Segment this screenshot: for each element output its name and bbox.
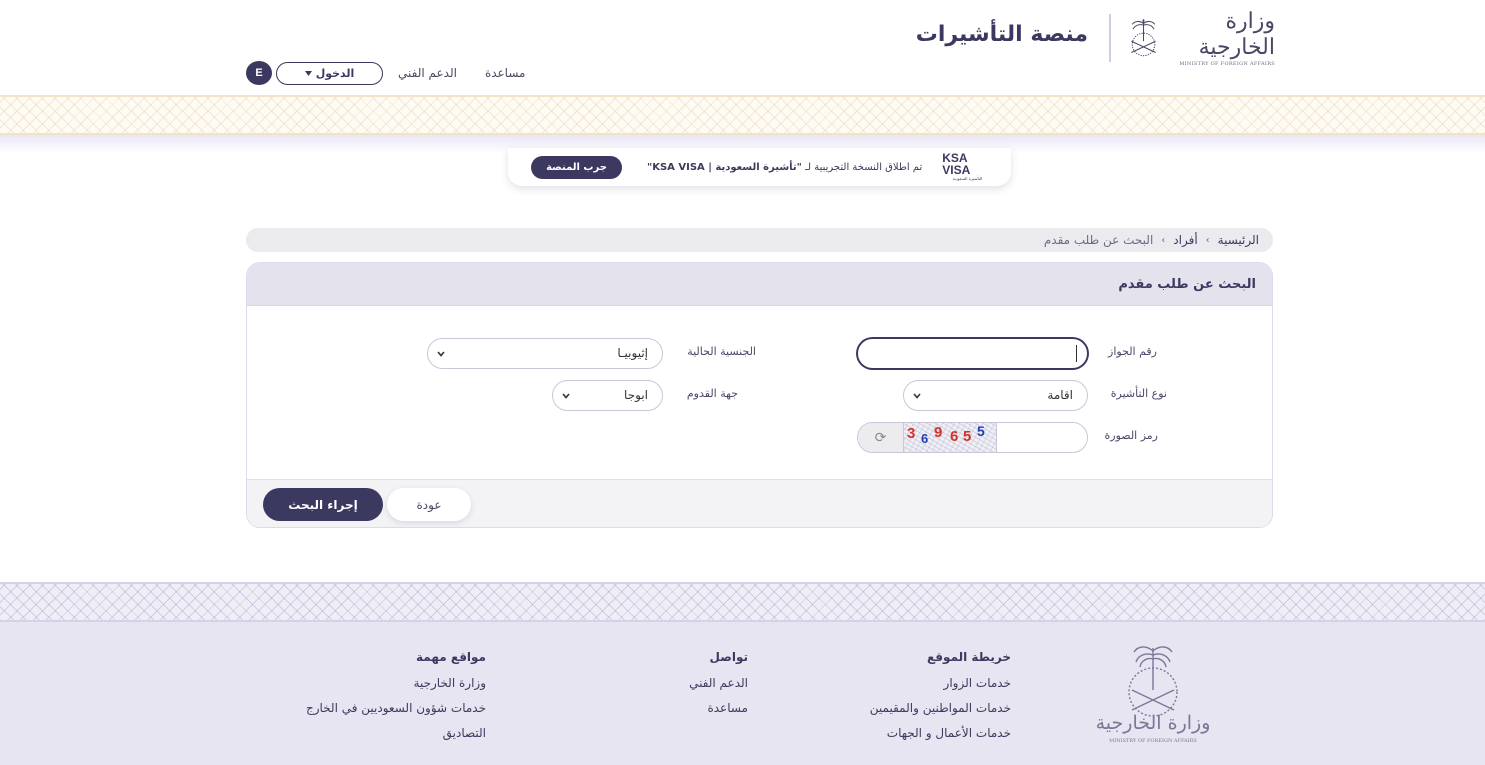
announcement-highlight: "تأشيرة السعودية | KSA VISA" xyxy=(647,161,802,173)
captcha-input[interactable] xyxy=(997,423,1087,452)
breadcrumb-home[interactable]: الرئيسية xyxy=(1218,233,1259,247)
footer-important-title: مواقع مهمة xyxy=(416,650,486,664)
footer-sitemap: خريطة الموقع خدمات الزوار خدمات المواطني… xyxy=(820,650,1011,751)
footer-link-visitors[interactable]: خدمات الزوار xyxy=(820,676,1011,690)
captcha-group: ⟳ 3 6 9 6 5 5 xyxy=(857,422,1088,453)
footer-link-citizens[interactable]: خدمات المواطنين والمقيمين xyxy=(820,701,1011,715)
chevron-left-icon: › xyxy=(1161,234,1166,246)
platform-title: منصة التأشيرات xyxy=(915,22,1088,47)
captcha-digit: 5 xyxy=(963,428,972,445)
ksa-logo-line2: VISA xyxy=(942,163,971,177)
footer-important-sites: مواقع مهمة وزارة الخارجية خدمات شؤون الس… xyxy=(280,650,486,751)
nav-help-link[interactable]: مساعدة xyxy=(485,66,526,80)
arrival-select[interactable]: ابوجا xyxy=(552,380,663,411)
ministry-logo-arabic: وزارة الخارجية xyxy=(1198,9,1275,60)
login-label: الدخول xyxy=(315,66,355,80)
back-button[interactable]: عودة xyxy=(387,488,471,521)
chevron-down-icon xyxy=(437,351,445,357)
captcha-digit: 6 xyxy=(921,431,929,446)
visa-type-value: اقامة xyxy=(1047,388,1073,402)
search-button[interactable]: إجراء البحث xyxy=(263,488,383,521)
captcha-image: 3 6 9 6 5 5 xyxy=(903,423,997,452)
breadcrumb-individuals[interactable]: أفراد xyxy=(1173,233,1197,247)
site-header: وزارة الخارجية MINISTRY OF FOREIGN AFFAI… xyxy=(0,0,1485,95)
refresh-icon[interactable]: ⟳ xyxy=(858,423,903,452)
footer-link-mofa[interactable]: وزارة الخارجية xyxy=(280,676,486,690)
breadcrumb: الرئيسية › أفراد › البحث عن طلب مقدم xyxy=(246,228,1273,252)
footer-link-saudis-abroad[interactable]: خدمات شؤون السعوديين في الخارج xyxy=(280,701,486,715)
passport-label: رقم الجواز xyxy=(1108,345,1157,358)
nationality-label: الجنسية الحالية xyxy=(687,345,756,358)
visa-type-select[interactable]: اقامة xyxy=(903,380,1088,411)
footer-pattern-band xyxy=(0,582,1485,622)
site-footer: وزارة الخارجية MINISTRY OF FOREIGN AFFAI… xyxy=(0,622,1485,765)
header-divider xyxy=(1109,14,1111,62)
chevron-down-icon xyxy=(913,393,921,399)
ministry-logo[interactable]: وزارة الخارجية MINISTRY OF FOREIGN AFFAI… xyxy=(1125,9,1275,67)
captcha-digit: 5 xyxy=(977,423,985,439)
try-platform-button[interactable]: جرب المنصة xyxy=(531,155,622,179)
ministry-logo-english: MINISTRY OF FOREIGN AFFAIRS xyxy=(1179,61,1275,67)
announcement-bar: جرب المنصة تم اطلاق النسخة التجريبية لـ … xyxy=(508,148,1011,186)
card-title: البحث عن طلب مقدم xyxy=(247,263,1272,306)
footer-contact-title: تواصل xyxy=(709,650,748,664)
captcha-digit: 9 xyxy=(934,424,943,441)
palm-swords-emblem-icon xyxy=(1131,19,1156,57)
breadcrumb-current: البحث عن طلب مقدم xyxy=(1043,233,1154,247)
footer-link-help[interactable]: مساعدة xyxy=(640,701,748,715)
caret-down-icon xyxy=(304,70,312,76)
announcement-prefix: تم اطلاق النسخة التجريبية لـ xyxy=(805,161,923,173)
language-toggle-button[interactable]: E xyxy=(246,61,272,85)
footer-link-attestations[interactable]: التصاديق xyxy=(280,726,486,740)
chevron-down-icon xyxy=(562,393,570,399)
footer-link-support[interactable]: الدعم الفني xyxy=(640,676,748,690)
header-pattern-band xyxy=(0,95,1485,135)
ministry-logo-text: وزارة الخارجية MINISTRY OF FOREIGN AFFAI… xyxy=(1168,9,1275,67)
arrival-label: جهة القدوم xyxy=(686,387,738,400)
arrival-value: ابوجا xyxy=(624,388,648,402)
footer-contact: تواصل الدعم الفني مساعدة xyxy=(640,650,748,726)
nationality-select[interactable]: إثيوبيـا xyxy=(427,338,663,369)
footer-logo-english: MINISTRY OF FOREIGN AFFAIRS xyxy=(1109,738,1197,744)
text-caret xyxy=(1076,345,1077,362)
captcha-label: رمز الصورة xyxy=(1104,429,1158,442)
nationality-value: إثيوبيـا xyxy=(617,346,648,360)
captcha-digit: 6 xyxy=(950,428,959,445)
visa-type-label: نوع التأشيرة xyxy=(1110,387,1167,400)
chevron-left-icon: › xyxy=(1205,234,1210,246)
footer-logo-arabic: وزارة الخارجية xyxy=(1095,712,1211,734)
captcha-digit: 3 xyxy=(907,425,916,442)
footer-link-business[interactable]: خدمات الأعمال و الجهات xyxy=(820,726,1011,740)
login-dropdown-button[interactable]: الدخول xyxy=(276,61,383,85)
top-nav: E الدخول الدعم الفني مساعدة xyxy=(246,61,525,85)
announcement-text: تم اطلاق النسخة التجريبية لـ "تأشيرة الس… xyxy=(647,162,922,173)
nav-support-link[interactable]: الدعم الفني xyxy=(398,66,457,80)
footer-sitemap-title: خريطة الموقع xyxy=(926,650,1011,664)
passport-input[interactable] xyxy=(857,338,1088,369)
ksa-visa-logo[interactable]: KSA VISA التأشيرة السعودية xyxy=(942,150,982,184)
